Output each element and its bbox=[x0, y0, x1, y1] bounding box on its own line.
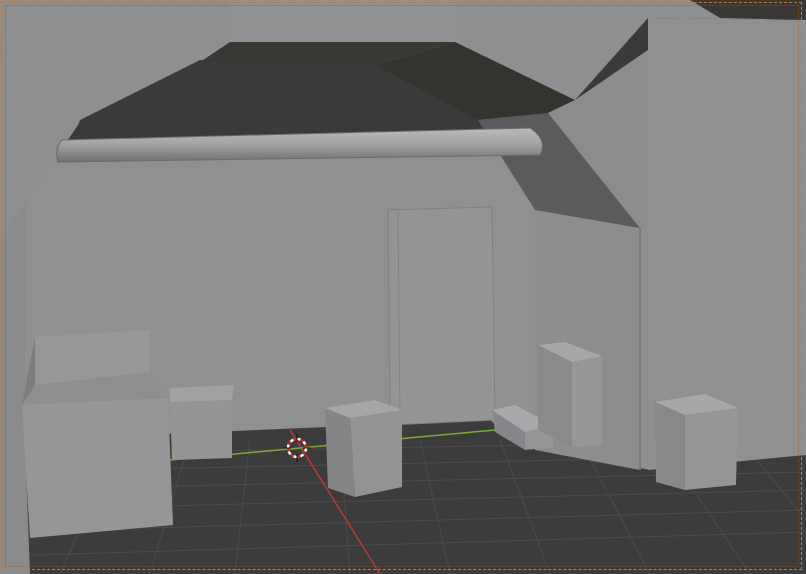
tall-box[interactable] bbox=[538, 342, 602, 447]
doorway-frame[interactable] bbox=[387, 206, 496, 426]
3d-viewport[interactable] bbox=[0, 0, 806, 574]
ceiling-beam-upper[interactable] bbox=[230, 0, 455, 42]
right-box[interactable] bbox=[655, 394, 738, 490]
center-box[interactable] bbox=[325, 400, 402, 497]
scene-render[interactable] bbox=[0, 0, 806, 574]
small-box-left[interactable] bbox=[170, 385, 234, 460]
